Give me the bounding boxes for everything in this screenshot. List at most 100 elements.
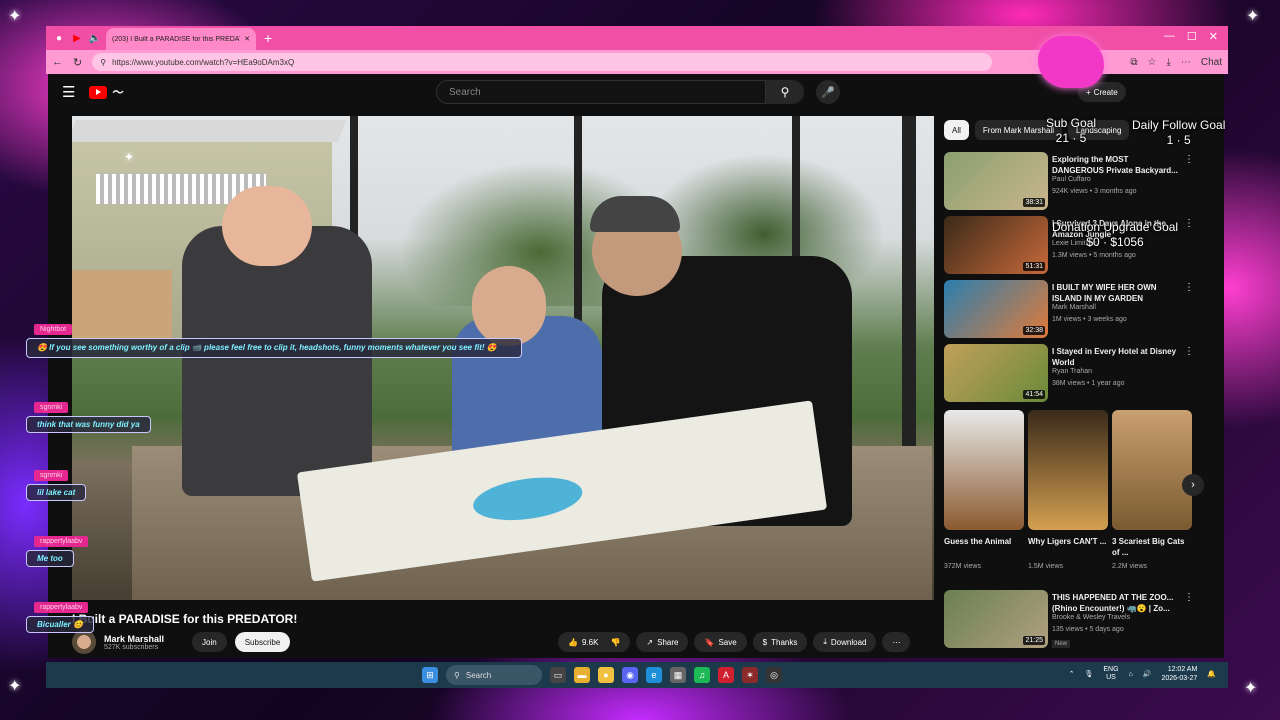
dislike-icon[interactable]: 👎	[610, 638, 620, 647]
extensions-icon[interactable]: ⧉	[1130, 57, 1137, 68]
minimize-icon[interactable]: —	[1164, 30, 1175, 43]
channel-name[interactable]: Mark Marshall	[1052, 304, 1096, 311]
favorite-icon[interactable]: ☆	[1147, 57, 1156, 68]
channel-name[interactable]: Ryan Trahan	[1052, 368, 1092, 375]
browser-tab[interactable]: (203) I Built a PARADISE for this PREDAT…	[106, 28, 256, 50]
video-thumbnail[interactable]: 32:38	[944, 280, 1048, 338]
taskbar-search[interactable]: ⚲ Search	[446, 665, 542, 685]
short-title[interactable]: 3 Scariest Big Cats of ...	[1112, 536, 1192, 560]
create-label: Create	[1093, 87, 1118, 97]
channel-name[interactable]: Paul Cuffaro	[1052, 176, 1091, 183]
video-title[interactable]: Exploring the MOST DANGEROUS Private Bac…	[1052, 154, 1178, 176]
clock-date: 2026-03-27	[1161, 675, 1198, 682]
more-options-icon[interactable]: ⋮	[1184, 592, 1194, 603]
voice-search-icon[interactable]: 🎤	[816, 80, 840, 104]
recommended-video[interactable]: 38:31 Exploring the MOST DANGEROUS Priva…	[944, 152, 1214, 212]
close-window-icon[interactable]: ✕	[1209, 30, 1218, 43]
more-options-icon[interactable]: ⋮	[1184, 154, 1194, 165]
chat-username: sgnmki	[34, 470, 69, 481]
share-button[interactable]: ↗ Share	[636, 632, 689, 652]
more-options-icon[interactable]: ⋮	[1184, 218, 1194, 229]
follow-goal: Daily Follow Goal 1 · 5	[1132, 118, 1225, 148]
short-title[interactable]: Why Ligers CAN'T ...	[1028, 536, 1108, 560]
app-icon[interactable]: ●	[598, 667, 614, 683]
url-field[interactable]: ⚲ https://www.youtube.com/watch?v=HEa9oD…	[92, 53, 993, 71]
language-indicator[interactable]: ENG US	[1103, 666, 1118, 682]
download-icon[interactable]: ⤓	[1166, 57, 1170, 68]
chat-message: 😍 If you see something worthy of a clip …	[26, 338, 522, 358]
network-icon[interactable]: ⌂	[1129, 671, 1133, 678]
new-tab-icon[interactable]: +	[264, 30, 272, 46]
follow-goal-label: Daily Follow Goal	[1132, 118, 1226, 132]
more-options-icon[interactable]: ⋮	[1184, 282, 1194, 293]
short-video[interactable]: 3 Scariest Big Cats of ... 2.2M views	[1112, 410, 1192, 570]
youtube-logo[interactable]: ～	[89, 84, 122, 100]
download-button[interactable]: ⤓ Download	[813, 632, 877, 652]
channel-name[interactable]: Brooke & Wesley Travels	[1052, 614, 1130, 621]
spotify-icon[interactable]: ♫	[694, 667, 710, 683]
video-title[interactable]: I BUILT MY WIFE HER OWN ISLAND IN MY GAR…	[1052, 282, 1178, 304]
app-icon[interactable]: ✶	[742, 667, 758, 683]
chip-bar: All From Mark Marshall Landscaping	[944, 120, 1130, 140]
recommended-video[interactable]: 41:54 I Stayed in Every Hotel at Disney …	[944, 344, 1214, 404]
like-button[interactable]: 👍 9.6K 👎	[558, 632, 631, 652]
back-icon[interactable]: ←	[52, 56, 63, 68]
chevron-right-icon[interactable]: ›	[1182, 474, 1204, 496]
search-placeholder: Search	[449, 86, 481, 98]
short-thumbnail[interactable]	[944, 410, 1024, 530]
short-video[interactable]: Why Ligers CAN'T ... 1.5M views	[1028, 410, 1108, 570]
maximize-icon[interactable]: ☐	[1187, 30, 1197, 43]
mic-icon[interactable]: 🎙	[1084, 670, 1093, 678]
site-info-icon[interactable]: ⚲	[100, 58, 106, 67]
region-code: US	[1106, 674, 1116, 681]
more-actions-button[interactable]: ⋯	[882, 632, 911, 652]
recommended-video[interactable]: 32:38 I BUILT MY WIFE HER OWN ISLAND IN …	[944, 280, 1214, 340]
obs-icon[interactable]: ◎	[766, 667, 782, 683]
discord-icon[interactable]: ◉	[622, 667, 638, 683]
donation-goal: Donation Upgrade Goal $0 · $1056	[1052, 220, 1178, 250]
notifications-icon[interactable]: 🔔	[1207, 670, 1216, 678]
close-tab-icon[interactable]: ✕	[244, 35, 250, 43]
store-icon[interactable]: ▦	[670, 667, 686, 683]
windows-start-icon[interactable]: ⊞	[422, 667, 438, 683]
window-controls: — ☐ ✕	[1164, 30, 1218, 43]
reload-icon[interactable]: ↻	[73, 56, 82, 69]
hamburger-menu-icon[interactable]: ☰	[62, 83, 75, 101]
short-title[interactable]: Guess the Animal	[944, 536, 1024, 560]
sparkle-icon: ✦	[1246, 8, 1260, 25]
search-input[interactable]: Search	[436, 80, 766, 104]
video-thumbnail[interactable]: 41:54	[944, 344, 1048, 402]
mute-icon[interactable]: 🔈	[88, 31, 102, 45]
clock[interactable]: 12:02 AM 2026-03-27	[1161, 665, 1197, 683]
short-thumbnail[interactable]	[1028, 410, 1108, 530]
more-icon[interactable]: ⋯	[1181, 57, 1191, 68]
thanks-button[interactable]: $ Thanks	[752, 632, 808, 652]
short-video[interactable]: Guess the Animal 372M views	[944, 410, 1024, 570]
edge-icon[interactable]: e	[646, 667, 662, 683]
file-explorer-icon[interactable]: ▬	[574, 667, 590, 683]
search-button[interactable]: ⚲	[766, 80, 804, 104]
video-thumbnail[interactable]: 38:31	[944, 152, 1048, 210]
clock-time: 12:02 AM	[1167, 666, 1198, 673]
video-thumbnail[interactable]: 51:31	[944, 216, 1048, 274]
search-icon: ⚲	[454, 670, 460, 680]
task-view-icon[interactable]: ▭	[550, 667, 566, 683]
video-duration: 32:38	[1023, 326, 1045, 335]
volume-icon[interactable]: 🔊	[1143, 670, 1152, 678]
short-thumbnail[interactable]	[1112, 410, 1192, 530]
chat-button[interactable]: Chat	[1201, 57, 1222, 68]
profile-icon[interactable]: ●	[52, 31, 66, 45]
download-arrow-icon: ⤓	[823, 637, 827, 646]
video-title[interactable]: THIS HAPPENED AT THE ZOO... (Rhino Encou…	[1052, 592, 1178, 614]
video-title[interactable]: I Stayed in Every Hotel at Disney World	[1052, 346, 1178, 368]
save-button[interactable]: 🔖 Save	[694, 632, 747, 652]
chevron-up-icon[interactable]: ⌃	[1069, 670, 1075, 678]
recommended-video[interactable]: 21:25 THIS HAPPENED AT THE ZOO... (Rhino…	[944, 590, 1214, 656]
chip-all[interactable]: All	[944, 120, 969, 140]
download-label: Download	[830, 637, 867, 647]
video-meta: 38M views • 1 year ago	[1052, 380, 1125, 387]
decorative-blob	[1038, 36, 1104, 88]
more-options-icon[interactable]: ⋮	[1184, 346, 1194, 357]
adobe-icon[interactable]: A	[718, 667, 734, 683]
video-thumbnail[interactable]: 21:25	[944, 590, 1048, 648]
